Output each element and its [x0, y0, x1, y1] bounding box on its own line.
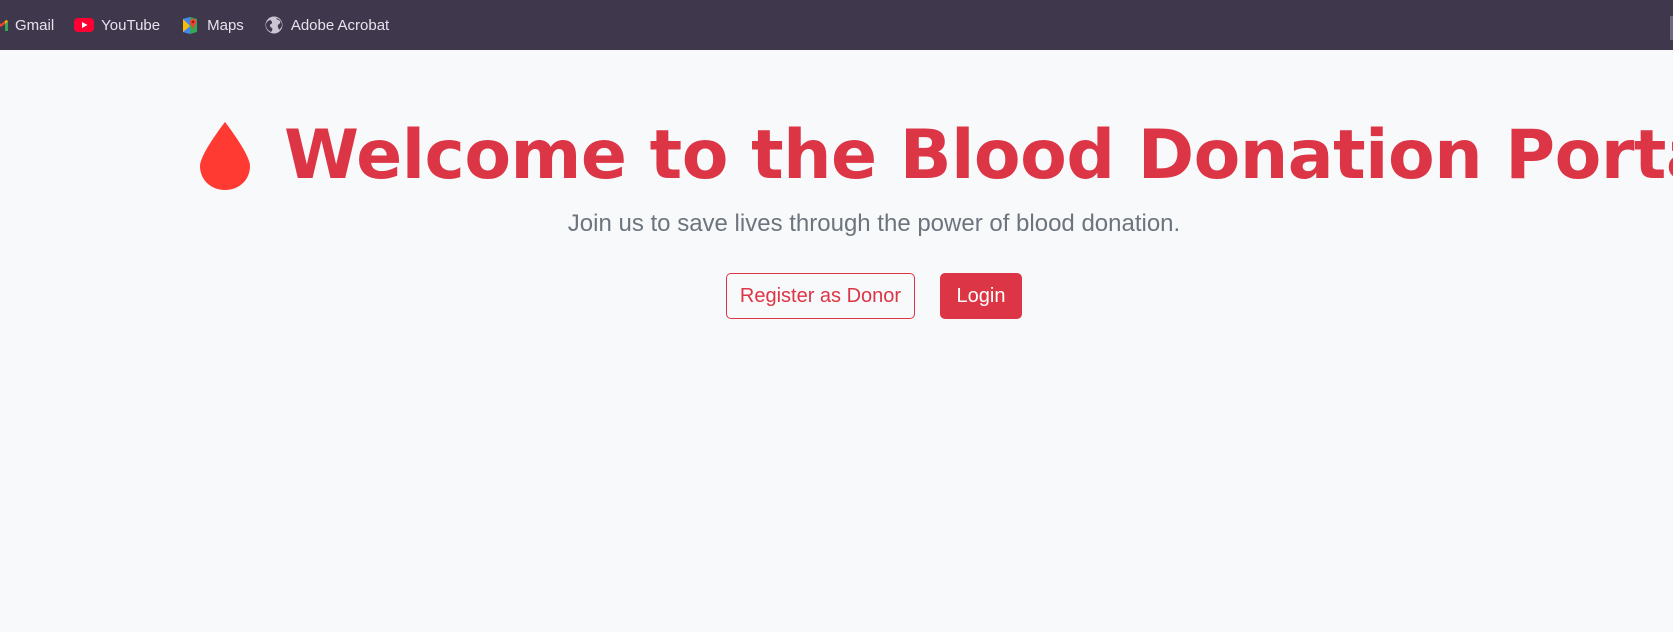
bookmarks-bar: Gmail YouTube Maps Adobe Acrobat: [0, 0, 1673, 50]
maps-icon: [180, 15, 200, 35]
bookmark-gmail[interactable]: Gmail: [0, 15, 54, 35]
page-title: Welcome to the Blood Donation Portal: [284, 116, 1673, 195]
youtube-icon: [74, 15, 95, 35]
gmail-icon: [0, 15, 8, 35]
register-as-donor-button[interactable]: Register as Donor: [726, 273, 915, 319]
title-row: Welcome to the Blood Donation Portal: [190, 116, 1673, 196]
bookmark-label: Maps: [207, 16, 244, 34]
globe-icon: [264, 15, 284, 35]
bookmark-label: Gmail: [15, 16, 55, 34]
bookmark-adobe-acrobat[interactable]: Adobe Acrobat: [264, 15, 389, 35]
bookmark-youtube[interactable]: YouTube: [74, 15, 160, 35]
bookmark-maps[interactable]: Maps: [180, 15, 244, 35]
login-button[interactable]: Login: [940, 273, 1022, 319]
page-subtitle: Join us to save lives through the power …: [567, 210, 1181, 237]
bookmark-label: Adobe Acrobat: [290, 16, 390, 34]
blood-drop-icon: [190, 116, 260, 196]
bookmark-label: YouTube: [101, 16, 161, 34]
hero-section: Welcome to the Blood Donation Portal Joi…: [0, 50, 1673, 632]
